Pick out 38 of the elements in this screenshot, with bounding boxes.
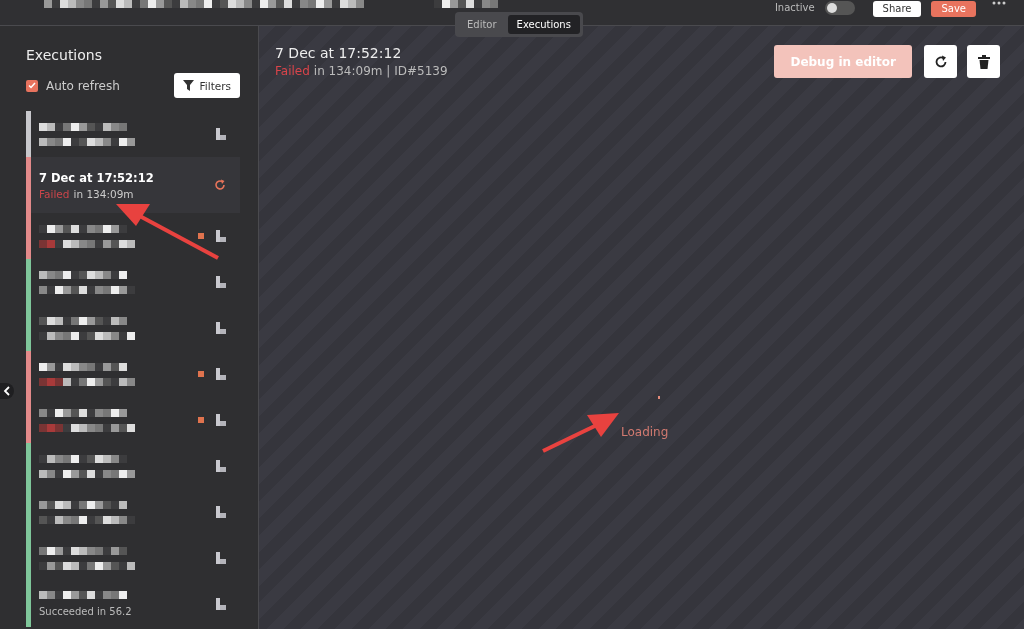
pixelated-icon	[216, 598, 226, 610]
pixelated-icon	[216, 128, 226, 140]
execution-summary: in 134:09m | ID#5139	[313, 64, 448, 78]
pixelated-icon	[216, 322, 226, 334]
status-label: Failed	[39, 187, 70, 200]
pixelated-icon	[216, 552, 226, 564]
status-label: Failed	[275, 64, 310, 78]
execution-time: 7 Dec at 17:52:12	[39, 170, 155, 185]
checkbox-label: Auto refresh	[46, 78, 120, 93]
execution-item[interactable]: Succeeded in 56.2	[26, 581, 240, 627]
view-tab[interactable]: Editor	[458, 15, 506, 34]
pixelated-icon	[216, 506, 226, 518]
collapse-sidebar-button[interactable]	[0, 383, 14, 399]
pixelated-icon	[216, 230, 226, 242]
retry-icon[interactable]	[214, 179, 226, 191]
pixelated-icon	[216, 414, 226, 426]
trash-icon	[977, 54, 990, 69]
refresh-icon	[933, 54, 948, 69]
more-options-icon[interactable]	[992, 0, 1006, 5]
sidebar-title: Executions	[26, 47, 103, 63]
duration-text: in 134:09m	[73, 187, 134, 200]
delete-button[interactable]	[967, 45, 1000, 78]
share-button[interactable]: Share	[872, 1, 922, 17]
pixelated-icon	[216, 368, 226, 380]
refresh-button[interactable]	[924, 45, 957, 78]
status-label: Inactive	[774, 2, 815, 13]
status-text: Succeeded in 56.2	[39, 606, 133, 617]
active-toggle[interactable]	[824, 1, 855, 15]
auto-refresh-checkbox[interactable]	[26, 79, 38, 92]
loading-text: Loading	[621, 425, 669, 439]
chevron-left-icon	[3, 386, 11, 396]
view-tab[interactable]: Executions	[507, 15, 580, 34]
execution-item[interactable]: 7 Dec at 17:52:12 Failed in 134:09m	[26, 157, 240, 213]
execution-title: 7 Dec at 17:52:12	[275, 45, 403, 61]
filter-icon	[182, 80, 194, 91]
filters-button[interactable]: Filters	[173, 73, 240, 98]
pixelated-icon	[216, 460, 226, 472]
pixelated-icon	[216, 276, 226, 288]
